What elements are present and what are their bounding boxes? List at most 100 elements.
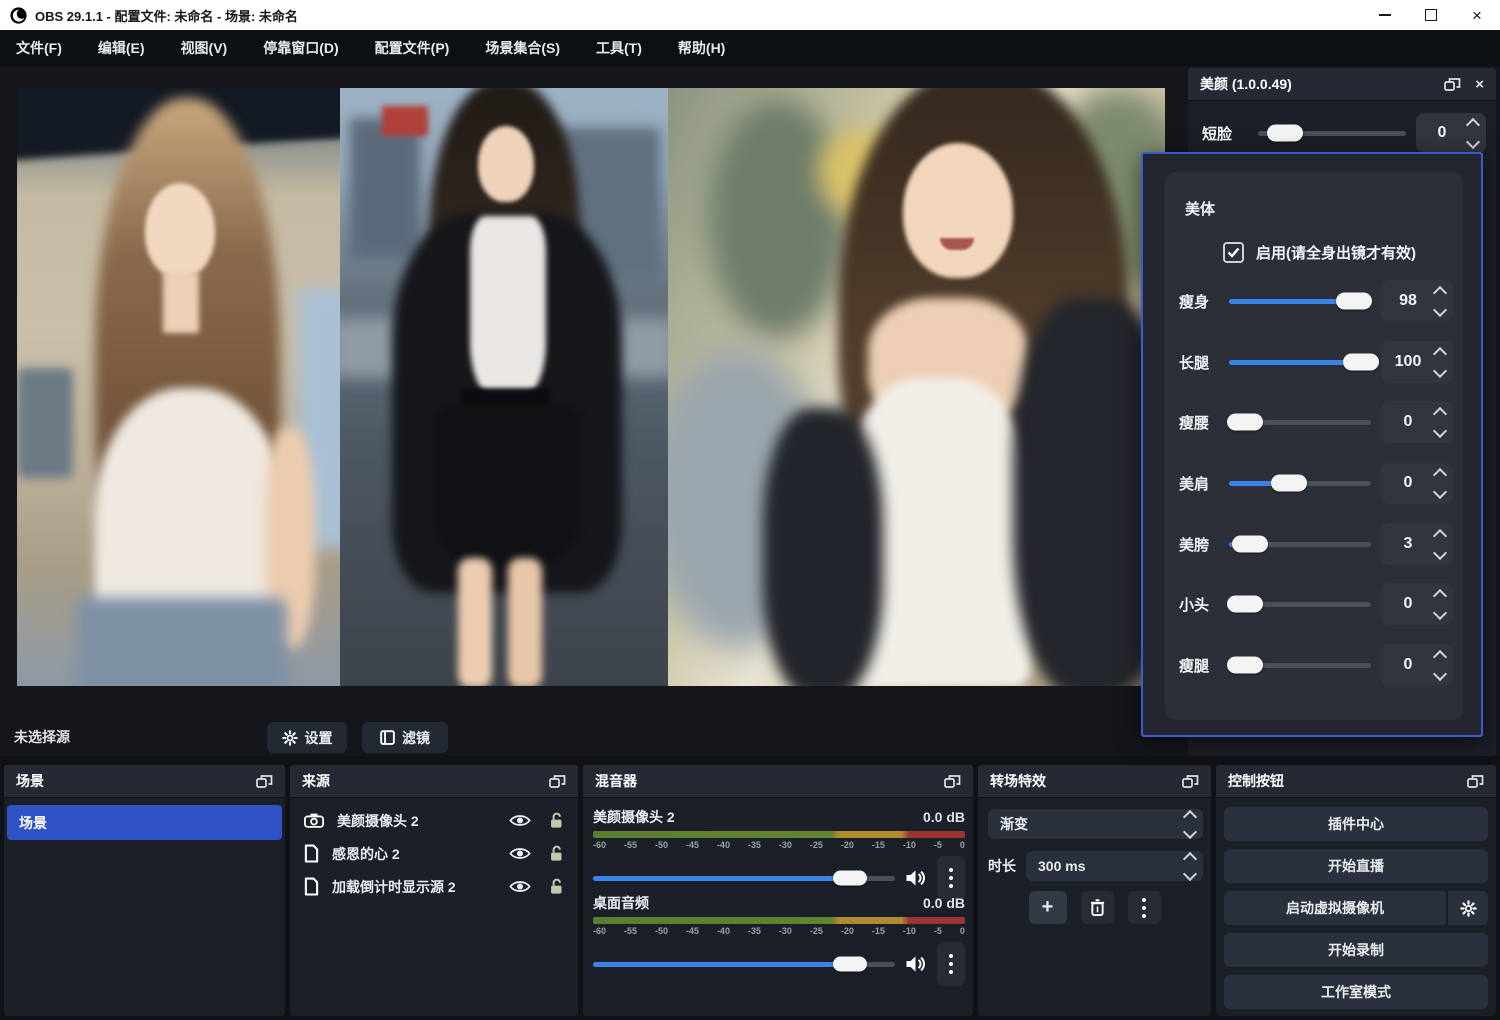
slider-handle[interactable] xyxy=(1232,536,1268,553)
slider-handle[interactable] xyxy=(1336,293,1372,310)
popout-icon[interactable] xyxy=(1182,774,1199,789)
obs-logo-icon xyxy=(10,7,27,24)
long-legs-slider[interactable] xyxy=(1229,360,1371,365)
source-row-camera[interactable]: 美颜摄像头 2 xyxy=(304,809,564,832)
spin-up-icon[interactable] xyxy=(1433,346,1447,360)
channel-menu-button[interactable] xyxy=(937,942,965,986)
plugin-center-button[interactable]: 插件中心 xyxy=(1224,807,1488,841)
short-face-slider[interactable] xyxy=(1258,131,1406,136)
volume-slider[interactable] xyxy=(593,876,895,881)
visibility-eye-icon[interactable] xyxy=(509,813,531,828)
popout-icon[interactable] xyxy=(256,774,273,789)
body-beauty-panel: 美体 启用(请全身出镜才有效) 瘦身 98 长腿 100 xyxy=(1141,152,1483,737)
visibility-eye-icon[interactable] xyxy=(509,846,531,861)
unlock-icon[interactable] xyxy=(549,812,564,829)
virtual-camera-settings-button[interactable] xyxy=(1446,891,1488,925)
transition-select[interactable]: 渐变 xyxy=(988,809,1203,839)
slider-handle[interactable] xyxy=(833,871,867,886)
spin-down-icon[interactable] xyxy=(1466,134,1480,148)
spin-down-icon[interactable] xyxy=(1433,302,1447,316)
popout-icon[interactable] xyxy=(1444,77,1461,92)
spin-down-icon[interactable] xyxy=(1433,545,1447,559)
spin-up-icon[interactable] xyxy=(1433,285,1447,299)
popout-icon[interactable] xyxy=(549,774,566,789)
enable-checkbox[interactable] xyxy=(1223,242,1244,263)
slider-handle[interactable] xyxy=(1343,354,1379,371)
start-virtual-camera-button[interactable]: 启动虚拟摄像机 xyxy=(1224,891,1446,925)
maximize-button[interactable] xyxy=(1408,0,1454,30)
hips-label: 美胯 xyxy=(1179,534,1227,555)
tick: -45 xyxy=(686,926,699,936)
slim-waist-slider[interactable] xyxy=(1229,420,1371,425)
slider-handle[interactable] xyxy=(1267,125,1303,142)
start-streaming-button[interactable]: 开始直播 xyxy=(1224,849,1488,883)
studio-mode-button[interactable]: 工作室模式 xyxy=(1224,975,1488,1009)
source-row-media-2[interactable]: 加载倒计时显示源 2 xyxy=(304,875,564,898)
close-dock-icon[interactable]: × xyxy=(1475,76,1484,93)
person-face-shape xyxy=(145,183,215,278)
hips-slider[interactable] xyxy=(1229,542,1371,547)
popout-icon[interactable] xyxy=(944,774,961,789)
slim-legs-spinbox: 0 xyxy=(1381,644,1453,686)
minimize-icon xyxy=(1379,14,1391,16)
visibility-eye-icon[interactable] xyxy=(509,879,531,894)
volume-slider[interactable] xyxy=(593,962,895,967)
spin-up-icon[interactable] xyxy=(1433,649,1447,663)
scene-item-selected[interactable]: 场景 xyxy=(7,805,282,840)
tick: -35 xyxy=(748,840,761,850)
spin-up-icon[interactable] xyxy=(1466,117,1480,131)
source-settings-button[interactable]: 设置 xyxy=(267,722,347,753)
spin-up-icon[interactable] xyxy=(1433,467,1447,481)
transition-menu-button[interactable] xyxy=(1128,891,1161,924)
unlock-icon[interactable] xyxy=(549,845,564,862)
menu-file[interactable]: 文件(F) xyxy=(16,38,62,58)
duration-spinbox[interactable]: 300 ms xyxy=(1026,851,1203,881)
spin-down-icon[interactable] xyxy=(1433,605,1447,619)
menu-edit[interactable]: 编辑(E) xyxy=(98,38,145,58)
add-transition-button[interactable]: + xyxy=(1029,891,1067,924)
slim-body-slider[interactable] xyxy=(1229,299,1371,304)
unlock-icon[interactable] xyxy=(549,878,564,895)
shoulders-slider[interactable] xyxy=(1229,481,1371,486)
slider-handle[interactable] xyxy=(1227,657,1263,674)
slider-handle[interactable] xyxy=(1271,475,1307,492)
slider-handle[interactable] xyxy=(1227,414,1263,431)
source-row-media-1[interactable]: 感恩的心 2 xyxy=(304,842,564,865)
spin-up-icon[interactable] xyxy=(1433,528,1447,542)
close-button[interactable]: × xyxy=(1454,0,1500,30)
minimize-button[interactable] xyxy=(1362,0,1408,30)
menu-help[interactable]: 帮助(H) xyxy=(678,38,725,58)
menu-view[interactable]: 视图(V) xyxy=(181,38,228,58)
spin-down-icon[interactable] xyxy=(1433,423,1447,437)
gear-icon xyxy=(282,730,298,746)
scenes-title: 场景 xyxy=(16,771,44,791)
slim-legs-slider[interactable] xyxy=(1229,663,1371,668)
start-recording-button[interactable]: 开始录制 xyxy=(1224,933,1488,967)
short-face-spinbox: 0 xyxy=(1416,113,1486,153)
filters-button[interactable]: 滤镜 xyxy=(362,722,448,753)
popout-icon[interactable] xyxy=(1467,774,1484,789)
button-label: 启动虚拟摄像机 xyxy=(1286,898,1384,918)
speaker-icon[interactable] xyxy=(905,869,927,887)
menu-docks[interactable]: 停靠窗口(D) xyxy=(263,38,338,58)
spin-down-icon[interactable] xyxy=(1433,484,1447,498)
slider-handle[interactable] xyxy=(833,957,867,972)
person-face-shape xyxy=(903,143,1013,278)
menu-tools[interactable]: 工具(T) xyxy=(596,38,642,58)
small-head-slider[interactable] xyxy=(1229,602,1371,607)
slider-handle[interactable] xyxy=(1227,596,1263,613)
hips-value: 3 xyxy=(1381,535,1435,553)
short-face-label: 短脸 xyxy=(1202,123,1248,144)
tick: -15 xyxy=(872,926,885,936)
spin-down-icon[interactable] xyxy=(1433,666,1447,680)
spin-up-icon[interactable] xyxy=(1433,406,1447,420)
person-cardigan-shape xyxy=(763,408,883,686)
spin-up-icon[interactable] xyxy=(1433,588,1447,602)
menu-scene-collection[interactable]: 场景集合(S) xyxy=(485,38,560,58)
spin-down-icon[interactable] xyxy=(1433,363,1447,377)
person-jeans-shape xyxy=(77,598,287,686)
menu-profile[interactable]: 配置文件(P) xyxy=(375,38,450,58)
speaker-icon[interactable] xyxy=(905,955,927,973)
preview-canvas[interactable] xyxy=(17,88,1165,686)
remove-transition-button[interactable] xyxy=(1081,891,1114,924)
